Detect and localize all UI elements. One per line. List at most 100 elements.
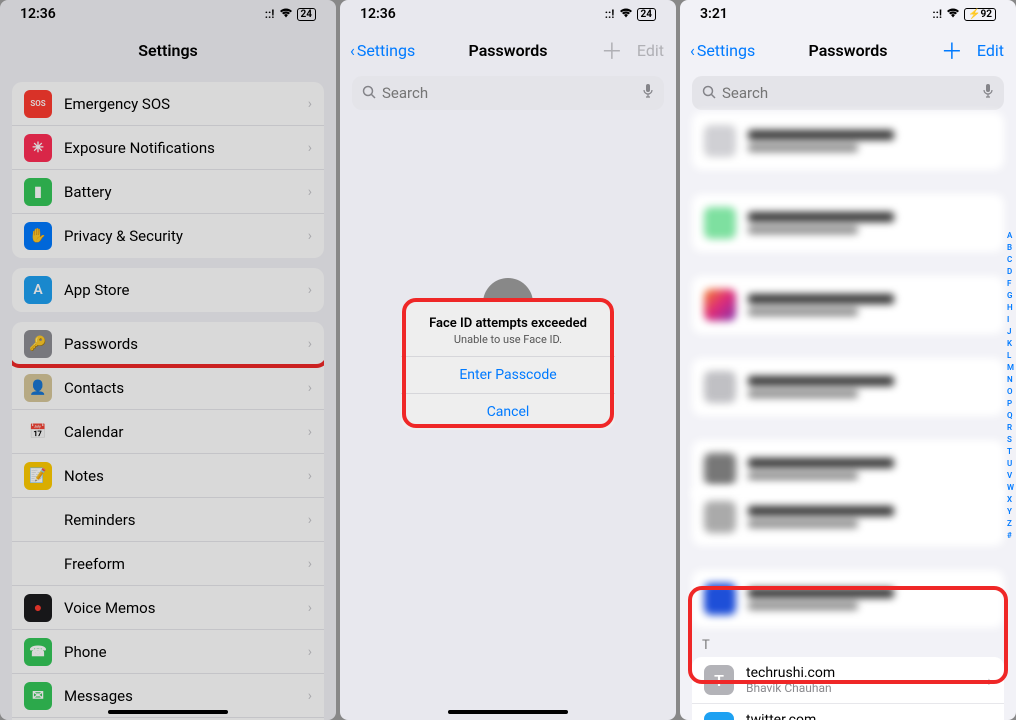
index-letter[interactable]: V xyxy=(1007,470,1014,482)
settings-row-emergency-sos[interactable]: SOSEmergency SOS› xyxy=(12,82,324,126)
search-input[interactable] xyxy=(722,84,982,102)
cellular-icon: ::! xyxy=(265,7,275,21)
faceid-alert: Face ID attempts exceeded Unable to use … xyxy=(401,302,615,430)
index-letter[interactable]: L xyxy=(1007,350,1014,362)
mic-icon[interactable] xyxy=(982,83,994,103)
search-bar[interactable] xyxy=(352,76,664,110)
index-letter[interactable]: H xyxy=(1007,302,1014,314)
back-button[interactable]: ‹ Settings xyxy=(350,41,415,60)
battery-icon: 24 xyxy=(637,8,656,21)
index-letter[interactable]: G xyxy=(1007,290,1014,302)
row-label: Battery xyxy=(64,183,308,201)
settings-row-passwords[interactable]: 🔑Passwords› xyxy=(12,322,324,366)
search-bar[interactable] xyxy=(692,76,1004,110)
index-letter[interactable]: C xyxy=(1007,254,1014,266)
chevron-right-icon: › xyxy=(987,671,992,690)
settings-row-reminders[interactable]: •Reminders› xyxy=(12,498,324,542)
chevron-right-icon: › xyxy=(308,336,312,352)
index-letter[interactable]: U xyxy=(1007,458,1014,470)
nav-bar: ‹ Settings Passwords ＋ Edit xyxy=(680,28,1016,72)
alphabet-index[interactable]: ABCDFGHIJKLMNOPQRSTUVWXYZ# xyxy=(1007,230,1014,542)
index-letter[interactable]: A xyxy=(1007,230,1014,242)
settings-panel: 12:36 ::! 24 Settings SOSEmergency SOS›✳… xyxy=(0,0,336,720)
passwords-locked-panel: 12:36 ::! 24 ‹ Settings Passwords ＋ Edit xyxy=(340,0,676,720)
row-label: Calendar xyxy=(64,423,308,441)
add-button[interactable]: ＋ xyxy=(601,34,623,66)
settings-row-contacts[interactable]: 👤Contacts› xyxy=(12,366,324,410)
settings-row-privacy-security[interactable]: ✋Privacy & Security› xyxy=(12,214,324,258)
chevron-right-icon: › xyxy=(308,512,312,528)
wifi-icon xyxy=(279,7,293,21)
settings-row-exposure-notifications[interactable]: ✳︎Exposure Notifications› xyxy=(12,126,324,170)
index-letter[interactable]: K xyxy=(1007,338,1014,350)
cancel-button[interactable]: Cancel xyxy=(401,394,615,430)
search-icon xyxy=(702,84,716,103)
nav-actions: ＋ Edit xyxy=(941,34,1004,66)
password-row[interactable]: twitter.comtechrushi_› xyxy=(692,703,1004,720)
app-icon: ● xyxy=(24,594,52,622)
index-letter[interactable]: T xyxy=(1007,446,1014,458)
add-button[interactable]: ＋ xyxy=(941,34,963,66)
index-letter[interactable]: Q xyxy=(1007,410,1014,422)
index-letter[interactable]: P xyxy=(1007,398,1014,410)
index-letter[interactable]: D xyxy=(1007,266,1014,278)
back-label: Settings xyxy=(357,41,415,60)
settings-row-calendar[interactable]: 📅Calendar› xyxy=(12,410,324,454)
battery-icon: ⚡92 xyxy=(964,8,996,21)
row-label: Notes xyxy=(64,467,308,485)
index-letter[interactable]: Y xyxy=(1007,506,1014,518)
status-bar: 3:21 ::! ⚡92 xyxy=(680,0,1016,28)
index-letter[interactable]: O xyxy=(1007,386,1014,398)
index-letter[interactable]: M xyxy=(1007,362,1014,374)
index-letter[interactable]: N xyxy=(1007,374,1014,386)
settings-row-freeform[interactable]: ∞Freeform› xyxy=(12,542,324,586)
search-input[interactable] xyxy=(382,84,642,102)
settings-row-app-store[interactable]: AApp Store› xyxy=(12,268,324,312)
site-icon: T xyxy=(704,665,734,695)
app-icon: ☎︎ xyxy=(24,638,52,666)
index-letter[interactable]: Z xyxy=(1007,518,1014,530)
index-letter[interactable]: R xyxy=(1007,422,1014,434)
page-title: Passwords xyxy=(469,41,548,60)
row-label: Contacts xyxy=(64,379,308,397)
back-button[interactable]: ‹ Settings xyxy=(690,41,755,60)
edit-button[interactable]: Edit xyxy=(637,41,664,60)
index-letter[interactable]: I xyxy=(1007,314,1014,326)
index-letter[interactable]: W xyxy=(1007,482,1014,494)
site-icon xyxy=(704,712,734,720)
chevron-right-icon: › xyxy=(308,424,312,440)
alert-message: Unable to use Face ID. xyxy=(411,333,605,346)
chevron-left-icon: ‹ xyxy=(350,41,355,60)
home-indicator xyxy=(108,710,228,714)
site-name: twitter.com xyxy=(746,712,987,720)
settings-row-voice-memos[interactable]: ●Voice Memos› xyxy=(12,586,324,630)
row-label: App Store xyxy=(64,281,308,299)
enter-passcode-button[interactable]: Enter Passcode xyxy=(401,357,615,394)
status-right: ::! 24 xyxy=(265,7,316,21)
mic-icon[interactable] xyxy=(642,83,654,103)
alert-title: Face ID attempts exceeded xyxy=(411,316,605,331)
home-indicator xyxy=(448,710,568,714)
index-letter[interactable]: X xyxy=(1007,494,1014,506)
index-letter[interactable]: S xyxy=(1007,434,1014,446)
cellular-icon: ::! xyxy=(932,7,942,21)
index-letter[interactable]: F xyxy=(1007,278,1014,290)
search-icon xyxy=(362,84,376,103)
settings-row-phone[interactable]: ☎︎Phone› xyxy=(12,630,324,674)
row-label: Privacy & Security xyxy=(64,227,308,245)
app-icon: 👤 xyxy=(24,374,52,402)
username: Bhavik Chauhan xyxy=(746,681,987,695)
index-letter[interactable]: J xyxy=(1007,326,1014,338)
edit-button[interactable]: Edit xyxy=(977,41,1004,60)
settings-row-battery[interactable]: ▮Battery› xyxy=(12,170,324,214)
password-row[interactable]: Ttechrushi.comBhavik Chauhan› xyxy=(692,657,1004,703)
app-icon: ✋ xyxy=(24,222,52,250)
page-title: Settings xyxy=(138,41,198,60)
chevron-right-icon: › xyxy=(308,184,312,200)
nav-bar: ‹ Settings Passwords ＋ Edit xyxy=(340,28,676,72)
index-letter[interactable]: B xyxy=(1007,242,1014,254)
index-letter[interactable]: # xyxy=(1007,530,1014,542)
page-title: Passwords xyxy=(809,41,888,60)
settings-row-notes[interactable]: 📝Notes› xyxy=(12,454,324,498)
nav-actions: ＋ Edit xyxy=(601,34,664,66)
